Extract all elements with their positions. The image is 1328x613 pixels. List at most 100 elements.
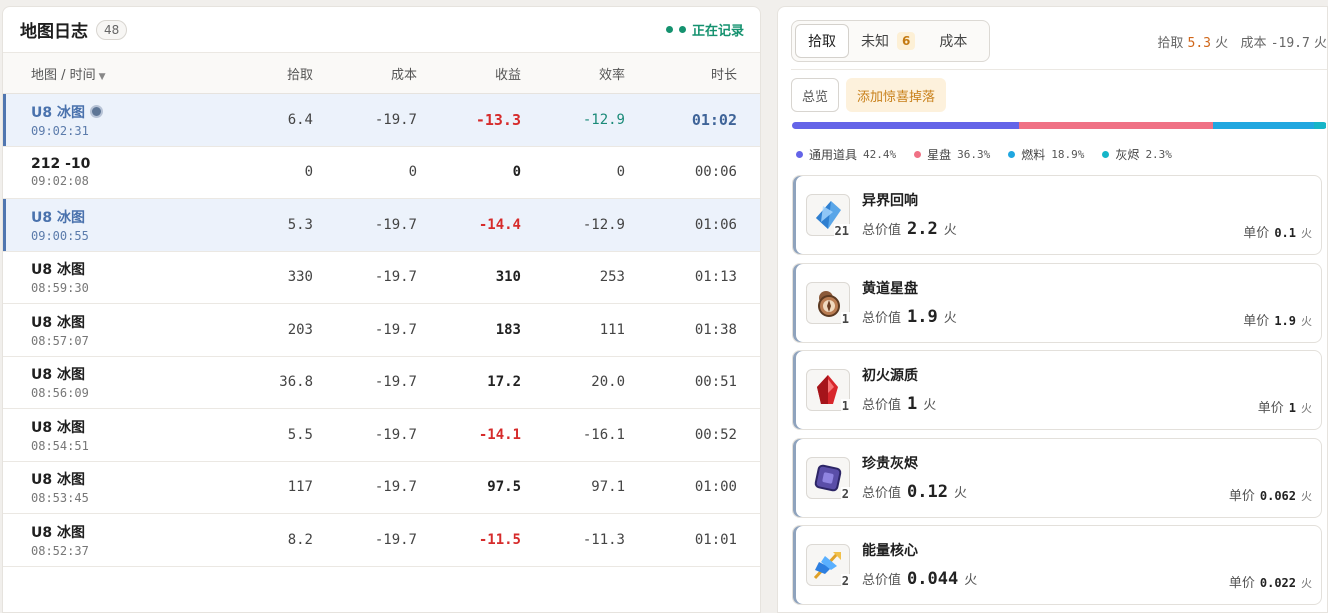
column-header-efficiency[interactable]: 效率 bbox=[521, 64, 625, 83]
map-time: 09:02:08 bbox=[31, 174, 89, 189]
profit-value: -14.1 bbox=[478, 426, 521, 443]
table-row[interactable]: U8 冰图 08:59:30 330 -19.7 310 253 01:13 bbox=[3, 252, 760, 304]
sort-down-icon[interactable]: ▼ bbox=[99, 72, 106, 82]
item-card[interactable]: 21 异界回响 总价值 2.2 火 单价 0.1 火 bbox=[792, 175, 1322, 255]
legend-item: 星盘 36.3% bbox=[914, 146, 990, 163]
table-row[interactable]: 212 -10 09:02:08 0 0 0 0 00:06 bbox=[3, 147, 760, 199]
profit-value: -11.5 bbox=[478, 531, 521, 548]
map-name: U8 冰图 bbox=[31, 314, 85, 331]
tab-pick[interactable]: 拾取 bbox=[795, 24, 849, 58]
item-qty: 1 bbox=[840, 399, 850, 413]
recording-status: 正在记录 bbox=[665, 20, 744, 39]
energy-core-icon: 2 bbox=[806, 544, 850, 588]
profit-value: -14.4 bbox=[478, 216, 521, 233]
map-time: 08:56:09 bbox=[31, 386, 89, 401]
efficiency-value: -12.9 bbox=[582, 111, 625, 128]
efficiency-value: 0 bbox=[616, 164, 625, 181]
pick-value: 117 bbox=[287, 479, 313, 496]
bar-segment-ember bbox=[1314, 122, 1327, 129]
table-row[interactable]: U8 冰图 08:53:45 117 -19.7 97.5 97.1 01:00 bbox=[3, 462, 760, 514]
duration-value: 00:51 bbox=[694, 374, 737, 391]
pick-value: 330 bbox=[287, 269, 313, 286]
item-card[interactable]: 1 黄道星盘 总价值 1.9 火 单价 1.9 火 bbox=[792, 263, 1322, 343]
column-header-duration[interactable]: 时长 bbox=[625, 64, 737, 83]
item-total-value: 0.12 bbox=[907, 482, 948, 502]
efficiency-value: -16.1 bbox=[582, 426, 625, 443]
table-row[interactable]: U8 冰图 08:56:09 36.8 -19.7 17.2 20.0 00:5… bbox=[3, 357, 760, 409]
summary-pick-value: 5.3 bbox=[1187, 36, 1211, 51]
overview-button[interactable]: 总览 bbox=[791, 78, 840, 112]
category-breakdown-bar bbox=[792, 122, 1327, 129]
tab-unknown[interactable]: 未知 6 bbox=[849, 24, 927, 58]
column-header-pick[interactable]: 拾取 bbox=[173, 64, 313, 83]
map-time: 08:54:51 bbox=[31, 438, 89, 453]
map-name: U8 冰图 bbox=[31, 104, 85, 121]
item-total-value: 1 bbox=[907, 394, 918, 414]
item-name: 珍贵灰烬 bbox=[862, 456, 918, 472]
efficiency-value: -11.3 bbox=[582, 531, 625, 548]
add-surprise-drop-button[interactable]: 添加惊喜掉落 bbox=[846, 78, 947, 112]
column-header-cost[interactable]: 成本 bbox=[313, 64, 417, 83]
cost-value: -19.7 bbox=[374, 426, 417, 443]
table-row[interactable]: U8 冰图 08:57:07 203 -19.7 183 111 01:38 bbox=[3, 304, 760, 357]
efficiency-value: 111 bbox=[599, 321, 625, 338]
table-row[interactable]: U8 冰图 08:52:37 8.2 -19.7 -11.5 -11.3 01:… bbox=[3, 514, 760, 567]
table-row[interactable]: U8 冰图 09:02:31 6.4 -19.7 -13.3 -12.9 01:… bbox=[3, 94, 760, 147]
duration-value: 01:00 bbox=[694, 479, 737, 496]
column-header-map-time[interactable]: 地图 / 时间 ▼ bbox=[3, 64, 173, 83]
item-qty: 21 bbox=[833, 224, 850, 238]
table-row[interactable]: U8 冰图 08:54:51 5.5 -19.7 -14.1 -16.1 00:… bbox=[3, 409, 760, 462]
map-time: 08:52:37 bbox=[31, 543, 89, 558]
ember-cube-icon: 2 bbox=[806, 457, 850, 501]
item-name: 能量核心 bbox=[862, 543, 918, 559]
pick-value: 36.8 bbox=[279, 374, 313, 391]
item-name: 初火源质 bbox=[862, 368, 918, 384]
cost-value: 0 bbox=[408, 164, 417, 181]
recording-dot-icon bbox=[665, 26, 673, 33]
legend-item: 燃料 18.9% bbox=[1008, 146, 1084, 163]
bar-segment-tools bbox=[792, 122, 1019, 129]
item-qty: 1 bbox=[840, 312, 850, 326]
map-log-panel: 地图日志 48 正在记录 地图 / 时间 ▼ 拾取 成本 收益 效率 时长 U8 … bbox=[2, 6, 761, 613]
efficiency-value: 97.1 bbox=[591, 479, 625, 496]
cost-value: -19.7 bbox=[374, 374, 417, 391]
current-location-icon bbox=[89, 105, 103, 119]
profit-value: 0 bbox=[512, 164, 521, 181]
drop-detail-panel: 拾取 未知 6 成本 拾取 5.3 火 成本 -19.7 火 总览 添加惊喜掉落… bbox=[777, 6, 1328, 613]
map-time: 09:02:31 bbox=[31, 123, 89, 138]
efficiency-value: 20.0 bbox=[591, 374, 625, 391]
map-name: U8 冰图 bbox=[31, 419, 85, 436]
map-name: U8 冰图 bbox=[31, 472, 85, 489]
map-name: U8 冰图 bbox=[31, 209, 85, 226]
tab-cost[interactable]: 成本 bbox=[927, 24, 979, 58]
cost-value: -19.7 bbox=[374, 269, 417, 286]
crystal-shard-icon: 21 bbox=[806, 194, 850, 238]
cost-value: -19.7 bbox=[374, 111, 417, 128]
map-log-table-header: 地图 / 时间 ▼ 拾取 成本 收益 效率 时长 bbox=[3, 53, 760, 94]
item-unit-price: 1 bbox=[1288, 401, 1296, 415]
duration-value: 01:38 bbox=[694, 321, 737, 338]
cost-value: -19.7 bbox=[374, 479, 417, 496]
column-header-profit[interactable]: 收益 bbox=[417, 64, 521, 83]
summary-cost-value: -19.7 bbox=[1270, 36, 1310, 51]
table-row[interactable]: U8 冰图 09:00:55 5.3 -19.7 -14.4 -12.9 01:… bbox=[3, 199, 760, 252]
legend-dot-icon bbox=[796, 151, 803, 158]
map-time: 08:57:07 bbox=[31, 333, 89, 348]
map-name: U8 冰图 bbox=[31, 524, 85, 541]
map-log-title: 地图日志 bbox=[20, 22, 88, 42]
item-card[interactable]: 2 能量核心 总价值 0.044 火 单价 0.022 火 bbox=[792, 525, 1322, 605]
detail-tabs: 拾取 未知 6 成本 bbox=[791, 20, 990, 62]
compass-icon: 1 bbox=[806, 282, 850, 326]
item-name: 异界回响 bbox=[862, 193, 918, 209]
detail-summary: 拾取 5.3 火 成本 -19.7 火 bbox=[1157, 36, 1327, 51]
item-card[interactable]: 2 珍贵灰烬 总价值 0.12 火 单价 0.062 火 bbox=[792, 438, 1322, 518]
red-crystal-icon: 1 bbox=[806, 369, 850, 413]
legend-item: 灰烬 2.3% bbox=[1102, 146, 1172, 163]
profit-value: 97.5 bbox=[487, 479, 521, 496]
map-time: 08:59:30 bbox=[31, 281, 89, 296]
legend-dot-icon bbox=[1008, 151, 1016, 158]
item-card[interactable]: 1 初火源质 总价值 1 火 单价 1 火 bbox=[792, 350, 1322, 430]
legend-item: 通用道具 42.4% bbox=[796, 146, 896, 163]
item-name: 黄道星盘 bbox=[862, 281, 918, 297]
bar-segment-astrolabe bbox=[1018, 122, 1214, 129]
